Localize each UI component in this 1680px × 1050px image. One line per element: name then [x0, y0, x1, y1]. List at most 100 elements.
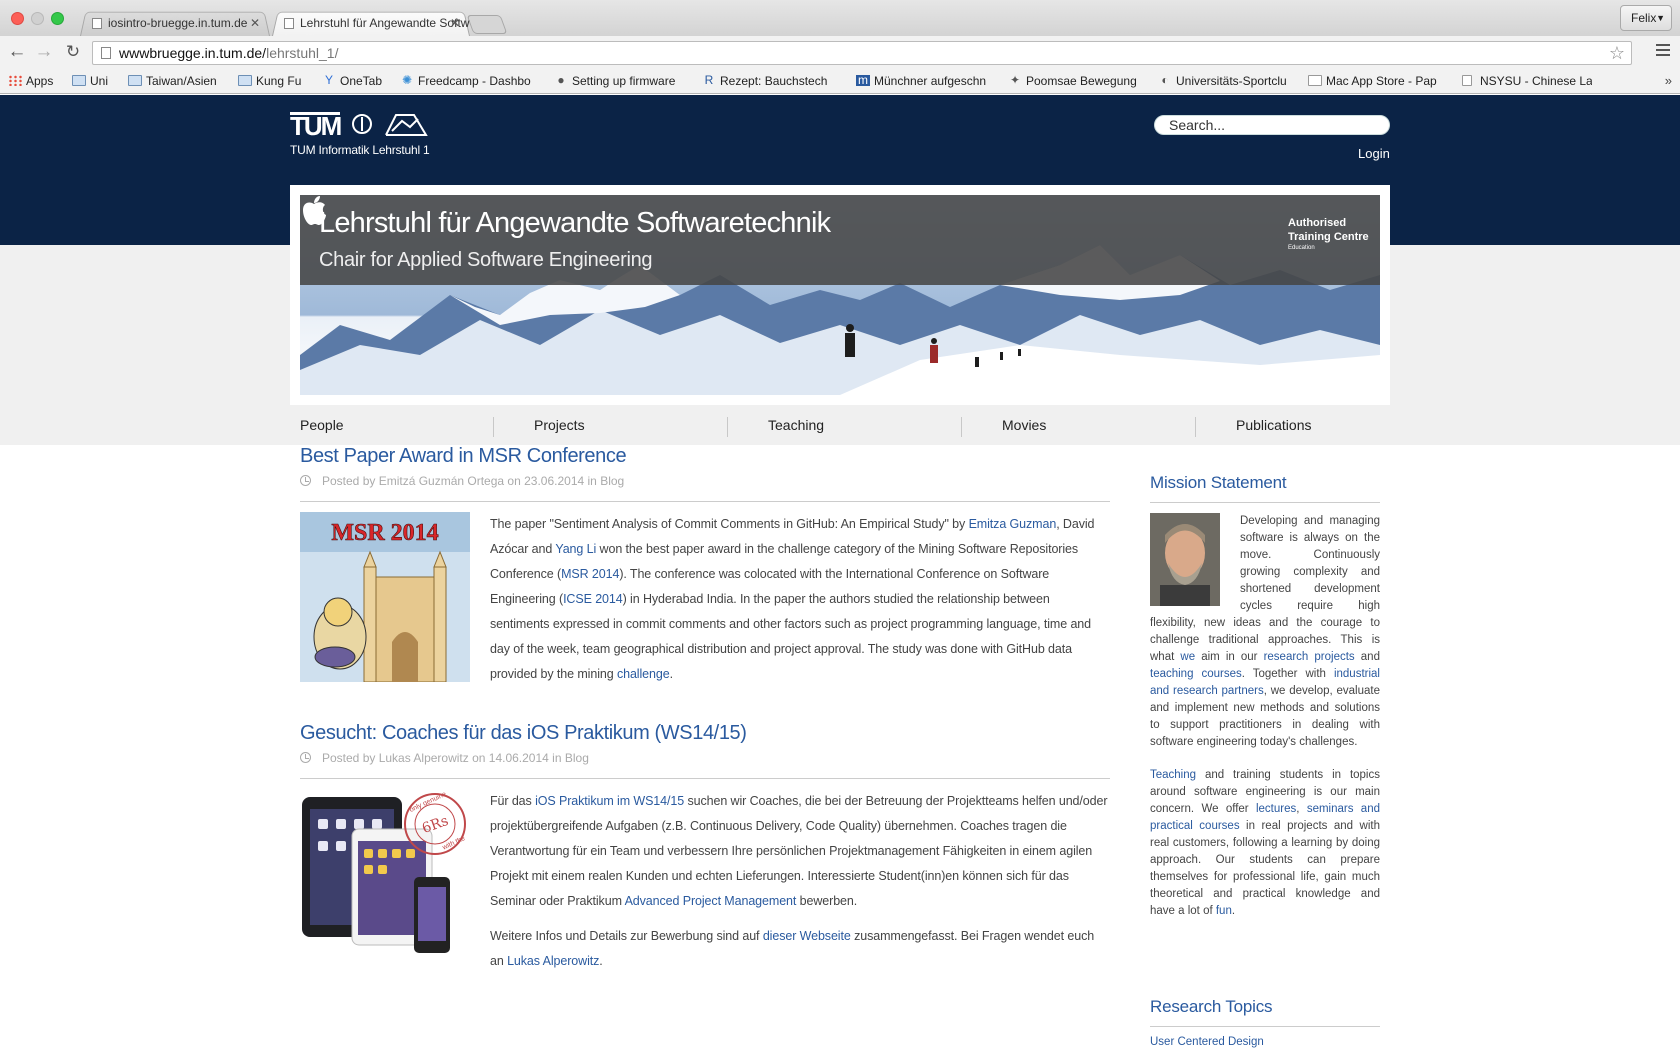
folder-icon — [238, 75, 252, 86]
new-tab-button[interactable] — [466, 15, 508, 34]
nav-divider — [1195, 417, 1196, 437]
page-icon — [1462, 75, 1472, 86]
nav-teaching[interactable]: Teaching — [768, 413, 824, 437]
url-text[interactable]: wwwbruegge.in.tum.de/lehrstuhl_1/ — [119, 42, 338, 64]
post-category-link[interactable]: Blog — [565, 751, 589, 765]
blog-post: Best Paper Award in MSR Conference Poste… — [300, 445, 1110, 687]
steam-icon: ◐ — [1161, 73, 1169, 87]
author-link[interactable]: Emitza Guzman — [969, 517, 1057, 531]
nav-divider — [727, 417, 728, 437]
banner-subtitle: Chair for Applied Software Engineering — [319, 249, 653, 271]
bookmark-freedcamp[interactable]: ✺ Freedcamp - Dashbo — [400, 70, 534, 94]
bookmark-taiwan-asien[interactable]: Taiwan/Asien — [128, 70, 224, 94]
author-link[interactable]: Yang Li — [555, 542, 596, 556]
divider — [1150, 1026, 1380, 1027]
msr-link[interactable]: MSR 2014 — [561, 567, 619, 581]
we-link[interactable]: we — [1180, 651, 1195, 663]
ios-devices-image: 6Rs only genuine with the — [302, 791, 467, 953]
nav-projects[interactable]: Projects — [534, 413, 585, 437]
window-titlebar: iosintro-bruegge.in.tum.de ✕ Lehrstuhl f… — [0, 0, 1680, 36]
post-meta: Posted by Lukas Alperowitz on 14.06.2014… — [300, 751, 1110, 765]
folder-icon — [72, 75, 86, 86]
website-link[interactable]: dieser Webseite — [763, 929, 851, 943]
post-author[interactable]: Emitzá Guzmán Ortega — [379, 474, 504, 488]
post-text: Für das iOS Praktikum im WS14/15 suchen … — [490, 794, 1108, 968]
post-body: MSR 2014 The paper "Sentiment Analysis o… — [300, 512, 1110, 687]
bookmark-kung-fu[interactable]: Kung Fu — [238, 70, 308, 94]
advanced-project-management-link[interactable]: Advanced Project Management — [625, 894, 797, 908]
window-zoom-button[interactable] — [51, 12, 64, 25]
banner-frame: Lehrstuhl für Angewandte Softwaretechnik… — [290, 185, 1390, 405]
page-icon — [101, 47, 111, 59]
nav-publications[interactable]: Publications — [1236, 413, 1312, 437]
profile-button[interactable]: Felix ▼ — [1620, 5, 1672, 31]
authorised-training-centre-badge: Authorised Training Centre Education — [1288, 217, 1369, 251]
poomsae-icon: ✦ — [1009, 73, 1021, 87]
bookmarks-overflow-button[interactable]: » — [1665, 70, 1672, 92]
svg-text:with the: with the — [441, 835, 467, 852]
research-topic-link[interactable]: User Centered Design — [1150, 1036, 1380, 1048]
web-page: TUM TUM Informatik Lehrstuhl 1 Search...… — [0, 95, 1680, 1050]
post-date: 23.06.2014 — [524, 474, 585, 488]
bookmark-poomsae[interactable]: ✦ Poomsae Bewegung — [1008, 70, 1138, 94]
onetab-icon: Y — [324, 73, 333, 87]
research-projects-link[interactable]: research projects — [1264, 651, 1355, 663]
sidebar: Mission Statement Developing and managin… — [1150, 473, 1380, 920]
divider — [1150, 502, 1380, 503]
forward-arrow-icon[interactable]: → — [33, 41, 55, 63]
browser-tab-1[interactable]: iosintro-bruegge.in.tum.de ✕ — [80, 10, 270, 36]
post-author[interactable]: Lukas Alperowitz — [379, 751, 469, 765]
icse-link[interactable]: ICSE 2014 — [563, 592, 623, 606]
research-topics-section: Research Topics User Centered Design — [1150, 997, 1380, 1048]
bookmark-uni[interactable]: Uni — [72, 70, 116, 94]
apple-logo-icon — [303, 196, 326, 225]
banner-title: Lehrstuhl für Angewandte Softwaretechnik — [319, 207, 831, 239]
nav-movies[interactable]: Movies — [1002, 413, 1046, 437]
browser-tab-2[interactable]: Lehrstuhl für Angewandte Softw ✕ — [272, 10, 470, 36]
main-navigation: People Projects Teaching Movies Publicat… — [290, 413, 1390, 437]
professor-portrait-image — [1150, 513, 1220, 606]
bookmark-universitaets-sportclub[interactable]: ◐ Universitäts-Sportclu — [1158, 70, 1304, 94]
svg-text:6Rs: 6Rs — [420, 813, 451, 837]
contact-link[interactable]: Lukas Alperowitz — [507, 954, 599, 968]
divider — [300, 778, 1110, 779]
fun-link[interactable]: fun — [1216, 905, 1232, 917]
back-arrow-icon[interactable]: ← — [6, 41, 28, 63]
rezept-icon: R — [704, 73, 714, 87]
bookmark-nsysu[interactable]: NSYSU - Chinese La — [1462, 70, 1592, 94]
clock-icon — [300, 752, 311, 763]
tab-close-icon[interactable]: ✕ — [450, 10, 460, 36]
nav-people[interactable]: People — [300, 413, 344, 437]
post-title-link[interactable]: Gesucht: Coaches für das iOS Praktikum (… — [300, 722, 1110, 745]
post-body: 6Rs only genuine with the Für das iOS Pr… — [300, 789, 1110, 974]
bookmark-mac-app-store[interactable]: Mac App Store - Pap — [1308, 70, 1444, 94]
apple-icon: ● — [557, 73, 565, 87]
msr-2014-poster-image: MSR 2014 — [300, 512, 470, 682]
teaching-link[interactable]: Teaching — [1150, 769, 1196, 781]
ios-praktikum-link[interactable]: iOS Praktikum im WS14/15 — [535, 794, 684, 808]
lectures-link[interactable]: lectures — [1256, 803, 1296, 815]
window-close-button[interactable] — [11, 12, 24, 25]
bookmark-star-icon[interactable]: ☆ — [1609, 42, 1625, 64]
address-bar[interactable]: wwwbruegge.in.tum.de/lehrstuhl_1/ ☆ — [92, 41, 1632, 65]
hamburger-menu-icon[interactable] — [1656, 44, 1670, 58]
teaching-courses-link[interactable]: teaching courses — [1150, 668, 1242, 680]
bookmark-rezept[interactable]: R Rezept: Bauchstech — [702, 70, 838, 94]
tab-close-icon[interactable]: ✕ — [250, 10, 260, 36]
bookmark-onetab[interactable]: Y OneTab — [322, 70, 386, 94]
bookmark-setting-up-firmware[interactable]: ● Setting up firmware — [554, 70, 684, 94]
bookmark-apps[interactable]: Apps — [8, 70, 58, 94]
search-input[interactable]: Search... — [1154, 115, 1390, 135]
post-meta: Posted by Emitzá Guzmán Ortega on 23.06.… — [300, 474, 1110, 488]
post-date: 14.06.2014 — [488, 751, 549, 765]
post-title-link[interactable]: Best Paper Award in MSR Conference — [300, 445, 1110, 468]
challenge-link[interactable]: challenge — [617, 667, 670, 681]
mission-statement-heading: Mission Statement — [1150, 473, 1287, 492]
window-minimize-button[interactable] — [31, 12, 44, 25]
login-link[interactable]: Login — [1358, 146, 1390, 161]
bookmark-muenchner[interactable]: m Münchner aufgeschn — [856, 70, 990, 94]
reload-icon[interactable]: ↻ — [62, 41, 84, 63]
tum-logo-text: TUM — [290, 110, 342, 141]
tum-logo[interactable]: TUM TUM Informatik Lehrstuhl 1 — [290, 111, 430, 157]
post-category-link[interactable]: Blog — [600, 474, 624, 488]
